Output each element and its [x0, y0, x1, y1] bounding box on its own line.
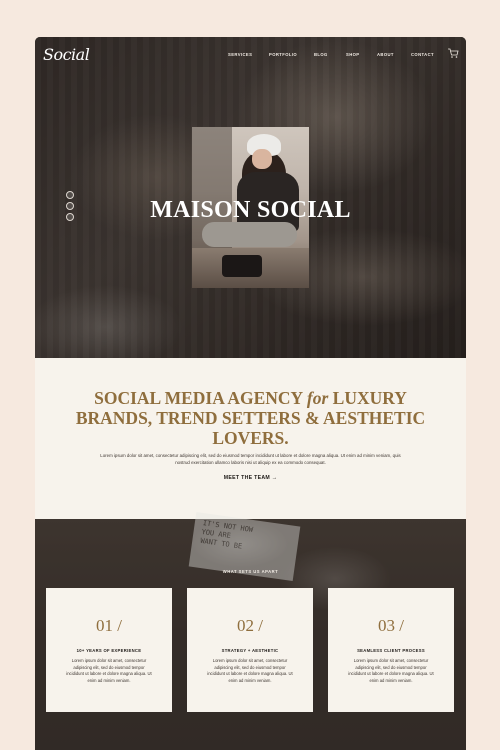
intro-section: SOCIAL MEDIA AGENCY for LUXURY BRANDS, T…	[35, 358, 466, 519]
shopping-cart-icon[interactable]	[447, 47, 459, 59]
features-section: IT'S NOT HOW YOU ARE WANT TO BE WHAT SETS …	[35, 511, 466, 750]
nav-item-shop[interactable]: SHOP	[346, 52, 359, 57]
intro-heading: SOCIAL MEDIA AGENCY for LUXURY BRANDS, T…	[75, 388, 426, 448]
card-body: Lorem ipsum dolor sit amet, consectetur …	[348, 658, 434, 683]
card-title: STRATEGY + AESTHETIC	[221, 648, 279, 653]
card-body: Lorem ipsum dolor sit amet, consectetur …	[207, 658, 293, 683]
meet-the-team-link[interactable]: MEET THE TEAM →	[35, 475, 466, 481]
card-body: Lorem ipsum dolor sit amet, consectetur …	[66, 658, 152, 683]
nav-item-about[interactable]: ABOUT	[377, 52, 394, 57]
hero-title: MAISON SOCIAL	[150, 197, 351, 223]
features-kicker: WHAT SETS US APART	[222, 569, 279, 574]
card-title: 10+ YEARS OF EXPERIENCE	[76, 648, 142, 653]
website-frame: Social SERVICES PORTFOLIO BLOG SHOP ABOU…	[35, 37, 466, 750]
nav-item-contact[interactable]: CONTACT	[411, 52, 434, 57]
feature-card: 03 / SEAMLESS CLIENT PROCESS Lorem ipsum…	[328, 588, 454, 712]
card-number: 02 /	[237, 616, 263, 635]
hero-section: Social SERVICES PORTFOLIO BLOG SHOP ABOU…	[35, 37, 466, 358]
nav-item-services[interactable]: SERVICES	[228, 52, 252, 57]
card-title: SEAMLESS CLIENT PROCESS	[357, 648, 425, 653]
main-nav: SERVICES PORTFOLIO BLOG SHOP ABOUT CONTA…	[35, 52, 466, 62]
nav-item-blog[interactable]: BLOG	[314, 52, 328, 57]
intro-body: Lorem ipsum dolor sit amet, consectetur …	[100, 453, 401, 465]
card-number: 01 /	[96, 616, 122, 635]
feature-card: 01 / 10+ YEARS OF EXPERIENCE Lorem ipsum…	[46, 588, 172, 712]
card-number: 03 /	[378, 616, 404, 635]
nav-item-portfolio[interactable]: PORTFOLIO	[269, 52, 297, 57]
feature-card: 02 / STRATEGY + AESTHETIC Lorem ipsum do…	[187, 588, 313, 712]
